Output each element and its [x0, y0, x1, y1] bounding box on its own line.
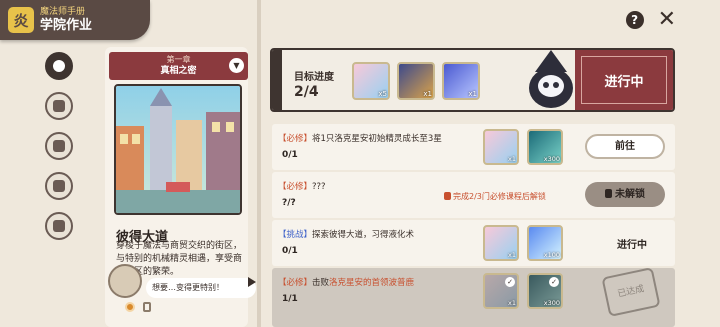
task-title: 【必修】将1只洛克星安初始精灵成长至3星	[278, 134, 442, 144]
panel-divider	[257, 0, 261, 327]
reward-gem-icon[interactable]: x1	[442, 62, 480, 100]
locked-button[interactable]: 未解锁	[585, 182, 665, 207]
reward-prism-icon[interactable]: x100	[527, 225, 563, 261]
task-count: 1/1	[282, 294, 298, 304]
check-icon: ✓	[549, 277, 559, 287]
mascot-hint[interactable]: 想要…变得更特别！	[108, 264, 256, 298]
check-icon: ✓	[505, 277, 515, 287]
reward-crystal-icon[interactable]: x5	[352, 62, 390, 100]
task-row: 【挑战】探索彼得大道，习得液化术 0/1 x1 x100 进行中	[272, 220, 675, 266]
mascot-character-icon	[529, 50, 573, 108]
task-count: 0/1	[282, 150, 298, 160]
goal-progress-banner: 目标进度 2/4 x5 x1 x1 进行中	[270, 48, 675, 112]
chapter-header[interactable]: 第一章 真相之密 ▼	[109, 52, 248, 80]
lock-icon	[444, 192, 451, 200]
page-indicator	[125, 302, 151, 312]
chapter-nav-button-3[interactable]	[45, 132, 73, 160]
task-title: 【必修】击败洛克星安的首领波普鹿	[278, 278, 415, 288]
reward-crystal-icon[interactable]: x1	[483, 129, 519, 165]
progress-status: 进行中	[575, 50, 673, 110]
banner-stripe	[272, 50, 282, 110]
task-count: 0/1	[282, 246, 298, 256]
chapter-number: 第一章	[166, 55, 191, 64]
speech-bubble: 想要…变得更特别！	[146, 278, 256, 298]
task-title: 【必修】???	[278, 182, 326, 192]
chapter-4-icon	[53, 180, 65, 192]
progress-value: 2/4	[294, 84, 319, 100]
reward-pet-icon[interactable]: x1	[397, 62, 435, 100]
lock-icon	[143, 302, 151, 312]
current-page-dot[interactable]	[125, 302, 135, 312]
header-banner: 炎 魔法师手册 学院作业	[0, 0, 150, 40]
chapter-nav-button-2[interactable]	[45, 92, 73, 120]
help-icon[interactable]: ?	[625, 11, 644, 29]
close-icon[interactable]: ✕	[658, 9, 676, 31]
task-row: 【必修】??? ?/? 完成2/3门必修课程后解锁 未解锁	[272, 172, 675, 218]
chapter-nav-rail	[0, 40, 100, 327]
handbook-logo-icon: 炎	[8, 7, 34, 33]
unlock-condition: 完成2/3门必修课程后解锁	[444, 191, 546, 202]
task-status: 进行中	[617, 240, 647, 251]
chapter-5-icon	[53, 220, 65, 232]
reward-crystal-icon[interactable]: x1 ✓	[483, 273, 519, 309]
chapter-nav-button-1[interactable]	[45, 52, 73, 80]
progress-label: 目标进度	[294, 72, 334, 83]
task-count: ?/?	[282, 198, 296, 208]
chapter-1-icon	[53, 60, 65, 72]
chapter-2-icon	[53, 100, 65, 112]
task-title: 【挑战】探索彼得大道，习得液化术	[278, 230, 415, 240]
chevron-down-icon[interactable]: ▼	[229, 58, 244, 73]
mascot-avatar	[108, 264, 142, 298]
page-title: 学院作业	[40, 18, 93, 33]
task-row-completed: 【必修】击败洛克星安的首领波普鹿 1/1 x1 ✓ x300 ✓ 已达成	[272, 267, 675, 327]
reward-crystal-icon[interactable]: x1	[483, 225, 519, 261]
chapter-nav-button-4[interactable]	[45, 172, 73, 200]
lock-icon	[605, 189, 612, 198]
completed-stamp: 已达成	[601, 267, 661, 317]
reward-ticket-icon[interactable]: x300	[527, 129, 563, 165]
go-button[interactable]: 前往	[585, 134, 665, 159]
location-illustration	[114, 84, 242, 215]
header-subtitle: 魔法师手册	[40, 7, 86, 17]
chapter-nav-button-5[interactable]	[45, 212, 73, 240]
task-row: 【必修】将1只洛克星安初始精灵成长至3星 0/1 x1 x300 前往	[272, 124, 675, 170]
chapter-name: 真相之密	[160, 66, 197, 76]
chapter-3-icon	[53, 140, 65, 152]
play-icon[interactable]	[248, 277, 256, 287]
reward-ticket-icon[interactable]: x300 ✓	[527, 273, 563, 309]
